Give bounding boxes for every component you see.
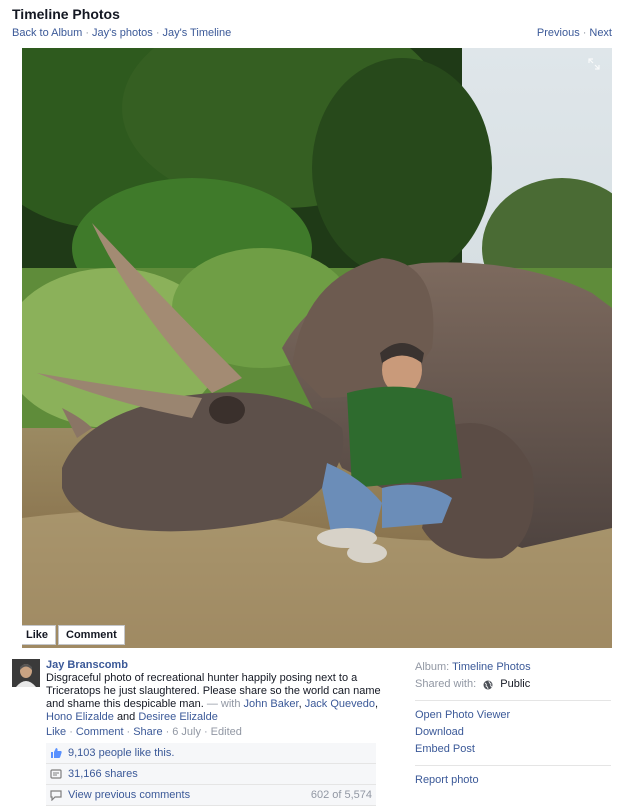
view-previous-comments-link[interactable]: View previous comments	[68, 789, 190, 801]
separator: ·	[204, 726, 208, 738]
tagged-john-baker[interactable]: John Baker	[244, 698, 299, 710]
tagged-jack-quevedo[interactable]: Jack Quevedo	[305, 698, 375, 710]
thumbs-up-icon	[50, 747, 62, 759]
post-body: Jay Branscomb Disgraceful photo of recre…	[46, 659, 391, 739]
post-date[interactable]: 6 July	[172, 726, 201, 738]
with-prefix: — with	[206, 698, 241, 710]
likes-count[interactable]: 9,103 people like this.	[68, 747, 174, 759]
page-title: Timeline Photos	[12, 6, 120, 22]
expand-icon[interactable]	[588, 58, 600, 70]
separator: ·	[85, 27, 89, 39]
jays-timeline-link[interactable]: Jay's Timeline	[162, 27, 231, 39]
back-to-album-link[interactable]: Back to Album	[12, 27, 82, 39]
photo-pager: Previous · Next	[537, 27, 612, 39]
divider	[415, 765, 611, 766]
shared-with-row: Shared with: Public	[415, 676, 611, 693]
avatar[interactable]	[12, 659, 40, 687]
share-icon	[50, 768, 62, 780]
comment-count: 602 of 5,574	[310, 789, 372, 801]
view-previous-row[interactable]: View previous comments 602 of 5,574	[46, 785, 376, 806]
album-label: Album:	[415, 661, 450, 673]
separator: ·	[155, 27, 160, 39]
album-link[interactable]: Timeline Photos	[452, 661, 530, 673]
privacy-value[interactable]: Public	[500, 678, 530, 690]
shares-count[interactable]: 31,166 shares	[68, 768, 138, 780]
separator: ·	[126, 726, 131, 738]
comment-photo-button[interactable]: Comment	[58, 625, 125, 645]
photo-image	[22, 48, 612, 648]
open-photo-viewer-link[interactable]: Open Photo Viewer	[415, 707, 611, 724]
separator: ·	[165, 726, 170, 738]
post-text: Disgraceful photo of recreational hunter…	[46, 672, 391, 724]
main-photo[interactable]: Like Comment	[22, 48, 612, 648]
separator: ·	[69, 726, 73, 738]
photo-sidebar: Album: Timeline Photos Shared with: Publ…	[415, 659, 611, 789]
photo-action-bar: Like Comment	[22, 625, 125, 645]
report-photo-link[interactable]: Report photo	[415, 772, 611, 789]
share-link[interactable]: Share	[133, 726, 162, 738]
tagged-desiree-elizalde[interactable]: Desiree Elizalde	[138, 711, 217, 723]
download-link[interactable]: Download	[415, 724, 611, 741]
shared-with-label: Shared with:	[415, 678, 477, 690]
album-row: Album: Timeline Photos	[415, 659, 611, 676]
jays-photos-link[interactable]: Jay's photos	[92, 27, 153, 39]
and-word: and	[116, 711, 136, 723]
divider	[415, 700, 611, 701]
comma: ,	[375, 698, 379, 710]
next-link[interactable]: Next	[589, 27, 612, 39]
comment-icon	[50, 789, 62, 802]
author-name[interactable]: Jay Branscomb	[46, 659, 391, 672]
like-link[interactable]: Like	[46, 726, 66, 738]
shares-row[interactable]: 31,166 shares	[46, 764, 376, 785]
edited-label[interactable]: Edited	[211, 726, 242, 738]
comment-link[interactable]: Comment	[76, 726, 124, 738]
like-photo-button[interactable]: Like	[22, 625, 57, 645]
feedback-box: 9,103 people like this. 31,166 shares Vi…	[46, 743, 376, 806]
separator: ·	[582, 27, 587, 39]
post-meta: Like · Comment · Share · 6 July · Edited	[46, 726, 391, 739]
tagged-hono-elizalde[interactable]: Hono Elizalde	[46, 711, 114, 723]
likes-row[interactable]: 9,103 people like this.	[46, 743, 376, 764]
previous-link[interactable]: Previous	[537, 27, 580, 39]
globe-icon[interactable]	[483, 679, 493, 690]
breadcrumb: Back to Album · Jay's photos · Jay's Timelin…	[12, 27, 231, 39]
embed-post-link[interactable]: Embed Post	[415, 741, 611, 758]
